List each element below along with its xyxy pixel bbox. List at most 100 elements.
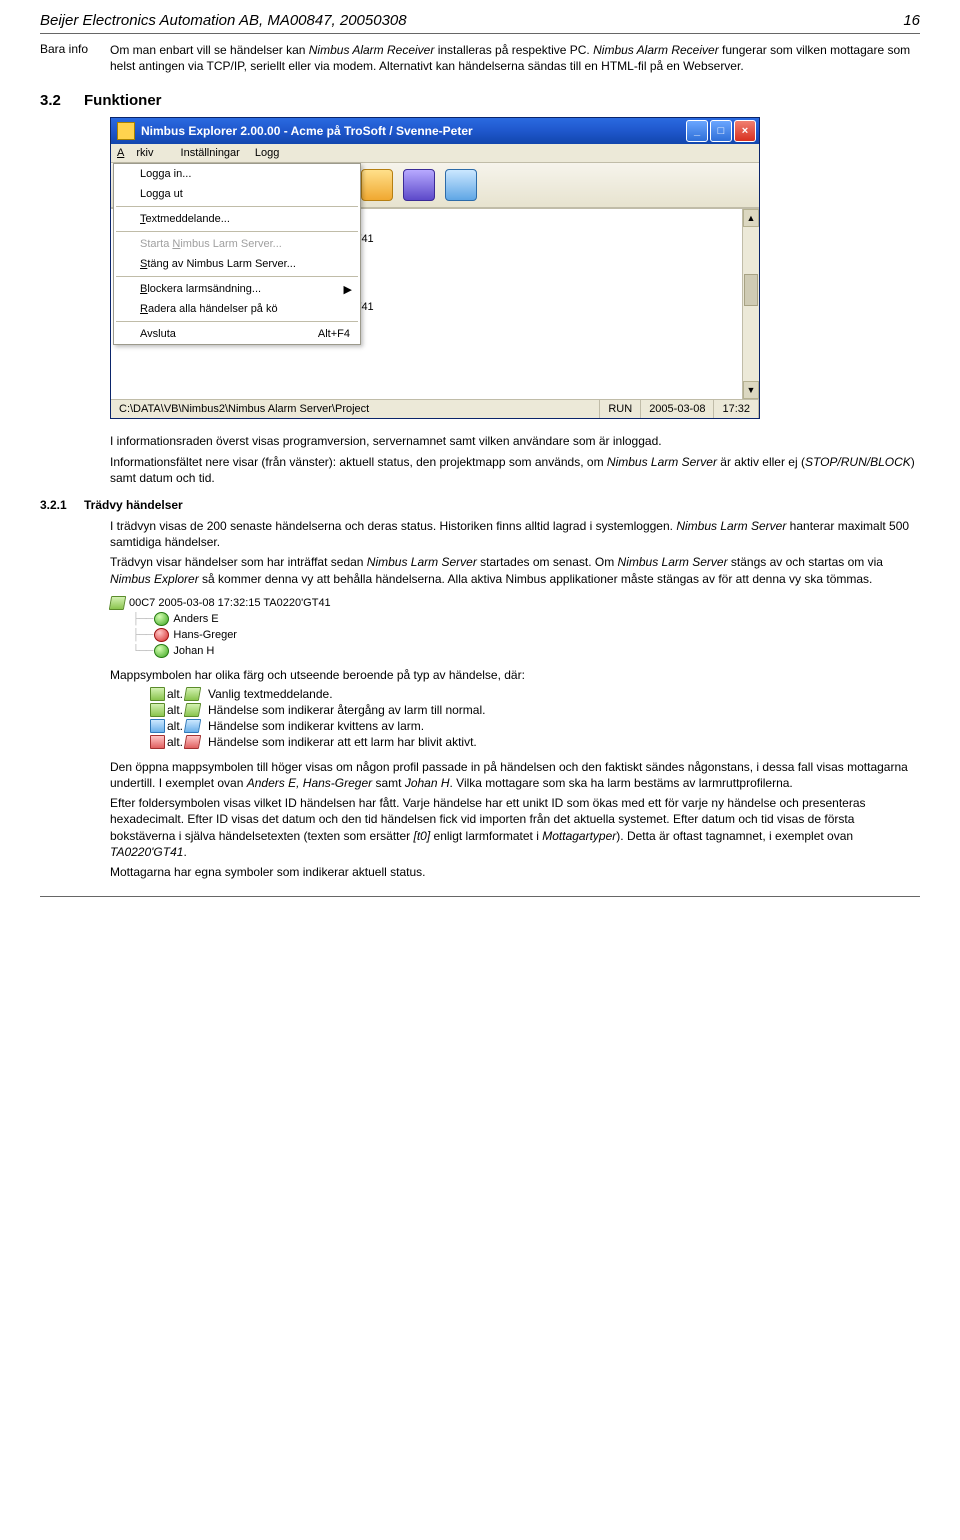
t: Mottagartyper <box>542 829 616 843</box>
doc-header-title: Beijer Electronics Automation AB, MA0084… <box>40 12 407 29</box>
menu-separator <box>116 206 358 207</box>
t: Trädvyn visar händelser som har inträffa… <box>110 555 367 569</box>
after-window-p2: Informationsfältet nere visar (från väns… <box>110 454 920 486</box>
menubar: Arkiv Inställningar Logg <box>111 144 759 163</box>
menu-item-clear-queue[interactable]: Radera alla händelser på kö <box>114 299 360 319</box>
section-3-2-1: 3.2.1Trädvy händelser <box>40 498 920 512</box>
menu-item-login[interactable]: Logga in... <box>114 164 360 184</box>
t: Anders E <box>173 613 218 625</box>
submenu-arrow-icon: ▶ <box>344 283 352 296</box>
after-window-p1: I informationsraden överst visas program… <box>110 433 920 449</box>
status-fail-icon <box>154 628 169 642</box>
tree-row: ├── Hans-Greger <box>110 627 400 643</box>
vscrollbar[interactable]: ▲ ▼ <box>742 209 759 399</box>
scroll-thumb[interactable] <box>744 274 758 306</box>
folder-green-open-icon <box>184 687 201 701</box>
t: samt <box>372 776 405 790</box>
section-3-2: 3.2Funktioner <box>40 92 920 109</box>
toolbar-icon-1[interactable] <box>361 169 393 201</box>
tree-row: └──Johan H <box>110 643 400 659</box>
subsection-title: Trädvy händelser <box>84 498 183 512</box>
t: alt. <box>167 687 183 701</box>
menu-separator <box>116 231 358 232</box>
menu-item-stop-server[interactable]: Stäng av Nimbus Larm Server... <box>114 254 360 274</box>
menu-item-logout[interactable]: Logga ut <box>114 184 360 204</box>
folder-red-icon <box>150 735 165 749</box>
t: 00C7 2005-03-08 17:32:15 TA0220'GT41 <box>129 597 331 609</box>
t: alt. <box>167 703 183 717</box>
mappsymbol-p: Mappsymbolen har olika färg och utseende… <box>110 667 920 683</box>
t: Nimbus Alarm Receiver <box>593 43 719 57</box>
scroll-track[interactable] <box>743 227 759 381</box>
p321-2: Trädvyn visar händelser som har inträffa… <box>110 554 920 586</box>
margin-label: Bara info <box>40 42 110 56</box>
scroll-down-icon[interactable]: ▼ <box>743 381 759 399</box>
menu-logg[interactable]: Logg <box>255 147 279 159</box>
legend-text: Vanlig textmeddelande. <box>208 687 333 701</box>
folder-green-icon <box>150 687 165 701</box>
intro-paragraph: Om man enbart vill se händelser kan Nimb… <box>110 42 920 74</box>
legend-row: alt. Händelse som indikerar kvittens av … <box>150 719 920 733</box>
t: Nimbus Explorer <box>110 572 199 586</box>
folder-red-open-icon <box>184 735 201 749</box>
minimize-button[interactable]: _ <box>686 120 708 142</box>
t: Nimbus Larm Server <box>607 455 717 469</box>
t: Informationsfältet nere visar (från väns… <box>110 455 607 469</box>
event-folder-icon <box>109 596 126 610</box>
t: stängs av och startas om via <box>728 555 883 569</box>
scroll-up-icon[interactable]: ▲ <box>743 209 759 227</box>
legend-text: Händelse som indikerar att ett larm har … <box>208 735 477 749</box>
menu-item-block[interactable]: Blockera larmsändning...▶ <box>114 279 360 299</box>
status-state: RUN <box>600 400 641 418</box>
t: Hans-Greger <box>173 629 237 641</box>
section-number: 3.2 <box>40 92 84 109</box>
status-date: 2005-03-08 <box>641 400 714 418</box>
t: Anders E, Hans-Greger <box>247 776 372 790</box>
doc-page-number: 16 <box>903 12 920 29</box>
para-open-folder: Den öppna mappsymbolen till höger visas … <box>110 759 920 791</box>
t: [t0] <box>414 829 431 843</box>
t: Om man enbart vill se händelser kan <box>110 43 309 57</box>
t: Nimbus Alarm Receiver <box>309 43 435 57</box>
t: rkiv <box>136 147 153 159</box>
status-ok-icon <box>154 644 169 658</box>
subsection-number: 3.2.1 <box>40 498 84 512</box>
menu-arkiv[interactable]: Arkiv <box>117 147 165 159</box>
t: är aktiv eller ej ( <box>717 455 805 469</box>
t: Johan H <box>405 776 450 790</box>
menu-separator <box>116 276 358 277</box>
section-title: Funktioner <box>84 92 162 109</box>
t: . Vilka mottagare som ska ha larm bestäm… <box>450 776 793 790</box>
nimbus-explorer-window: Nimbus Explorer 2.00.00 - Acme på TroSof… <box>110 117 760 419</box>
statusbar: C:\DATA\VB\Nimbus2\Nimbus Alarm Server\P… <box>111 399 759 418</box>
maximize-button[interactable]: □ <box>710 120 732 142</box>
menu-item-start-server: Starta Nimbus Larm Server... <box>114 234 360 254</box>
tree-line-icon: └── <box>132 645 152 657</box>
t: ). Detta är oftast tagnamnet, i exemplet… <box>616 829 853 843</box>
tree-row: 00C7 2005-03-08 17:32:15 TA0220'GT41 <box>110 595 400 611</box>
close-button[interactable]: × <box>734 120 756 142</box>
folder-green-icon <box>150 703 165 717</box>
menu-separator <box>116 321 358 322</box>
toolbar-icon-3[interactable] <box>445 169 477 201</box>
app-icon <box>117 122 135 140</box>
menu-item-textmsg[interactable]: Textmeddelande... <box>114 209 360 229</box>
menu-installningar[interactable]: Inställningar <box>181 147 240 159</box>
legend-text: Händelse som indikerar kvittens av larm. <box>208 719 424 733</box>
t: Nimbus Larm Server <box>367 555 477 569</box>
t: Avsluta <box>140 328 176 340</box>
t: TA0220'GT41 <box>110 845 183 859</box>
status-path: C:\DATA\VB\Nimbus2\Nimbus Alarm Server\P… <box>111 400 600 418</box>
menu-item-exit[interactable]: Avsluta Alt+F4 <box>114 324 360 344</box>
tree-row: ├──Anders E <box>110 611 400 627</box>
para-id: Efter foldersymbolen visas vilket ID hän… <box>110 795 920 860</box>
titlebar[interactable]: Nimbus Explorer 2.00.00 - Acme på TroSof… <box>111 118 759 144</box>
legend-block: alt. Vanlig textmeddelande. alt. Händels… <box>150 687 920 749</box>
t: . <box>183 845 186 859</box>
legend-row: alt. Händelse som indikerar att ett larm… <box>150 735 920 749</box>
tree-line-icon: ├── <box>132 629 152 641</box>
t: Nimbus Larm Server <box>676 519 786 533</box>
shortcut: Alt+F4 <box>318 328 350 340</box>
folder-blue-icon <box>150 719 165 733</box>
toolbar-icon-2[interactable] <box>403 169 435 201</box>
